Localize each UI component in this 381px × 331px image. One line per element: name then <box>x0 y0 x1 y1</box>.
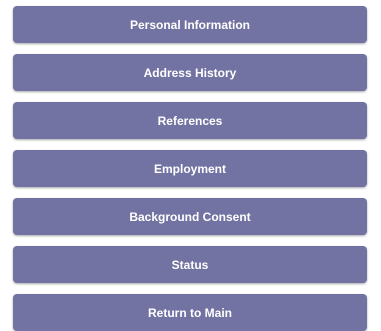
employment-button[interactable]: Employment <box>13 150 367 187</box>
navigation-menu: Personal Information Address History Ref… <box>13 6 367 331</box>
background-consent-button[interactable]: Background Consent <box>13 198 367 235</box>
address-history-button[interactable]: Address History <box>13 54 367 91</box>
status-button[interactable]: Status <box>13 246 367 283</box>
references-button[interactable]: References <box>13 102 367 139</box>
personal-information-button[interactable]: Personal Information <box>13 6 367 43</box>
return-to-main-button[interactable]: Return to Main <box>13 294 367 331</box>
